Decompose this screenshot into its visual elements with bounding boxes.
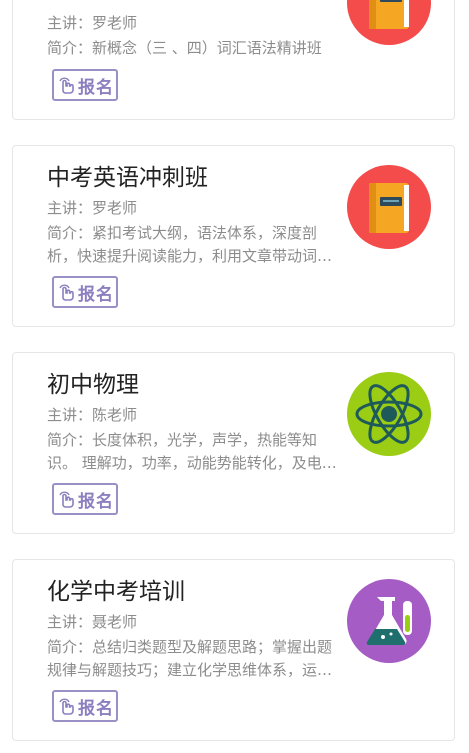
enroll-button[interactable]: 报名 <box>52 483 118 515</box>
course-title: 初中物理 <box>47 372 139 398</box>
course-card[interactable]: 初中物理 主讲：陈老师 简介：长度体积，光学，声学，热能等知识。 理解功，功率，… <box>12 352 455 534</box>
enroll-button[interactable]: 报名 <box>52 69 118 101</box>
course-title: 化学中考培训 <box>47 579 185 605</box>
enroll-button[interactable]: 报名 <box>52 276 118 308</box>
course-intro: 简介：紧扣考试大纲，语法体系，深度剖析，快速提升阅读能力，利用文章带动词汇积累 <box>47 224 333 265</box>
book-icon <box>347 0 431 45</box>
course-teacher: 主讲：罗老师 <box>47 14 138 32</box>
hand-pointer-icon <box>56 696 76 716</box>
course-teacher: 主讲：陈老师 <box>47 406 138 424</box>
flask-icon <box>347 579 431 663</box>
course-teacher: 主讲：罗老师 <box>47 199 138 217</box>
course-intro: 简介：新概念（三 、四）词汇语法精讲班 <box>47 39 322 57</box>
enroll-label: 报名 <box>78 284 114 305</box>
hand-pointer-icon <box>56 282 76 302</box>
hand-pointer-icon <box>56 75 76 95</box>
course-teacher: 主讲：聂老师 <box>47 613 138 631</box>
course-intro: 简介：总结归类题型及解题思路；掌握出题规律与解题技巧；建立化学思维体系，运用知识… <box>47 638 333 679</box>
course-card[interactable]: 中考英语冲刺班 主讲：罗老师 简介：紧扣考试大纲，语法体系，深度剖析，快速提升阅… <box>12 145 455 327</box>
enroll-label: 报名 <box>78 77 114 98</box>
atom-icon <box>347 372 431 456</box>
course-card[interactable]: 主讲：罗老师 简介：新概念（三 、四）词汇语法精讲班 报名 <box>12 0 455 120</box>
hand-pointer-icon <box>56 489 76 509</box>
book-icon <box>347 165 431 249</box>
course-intro: 简介：长度体积，光学，声学，热能等知识。 理解功，功率，动能势能转化，及电学知识 <box>47 431 337 472</box>
enroll-button[interactable]: 报名 <box>52 690 118 722</box>
enroll-label: 报名 <box>78 491 114 512</box>
enroll-label: 报名 <box>78 698 114 719</box>
course-title: 中考英语冲刺班 <box>47 165 208 191</box>
course-card[interactable]: 化学中考培训 主讲：聂老师 简介：总结归类题型及解题思路；掌握出题规律与解题技巧… <box>12 559 455 741</box>
